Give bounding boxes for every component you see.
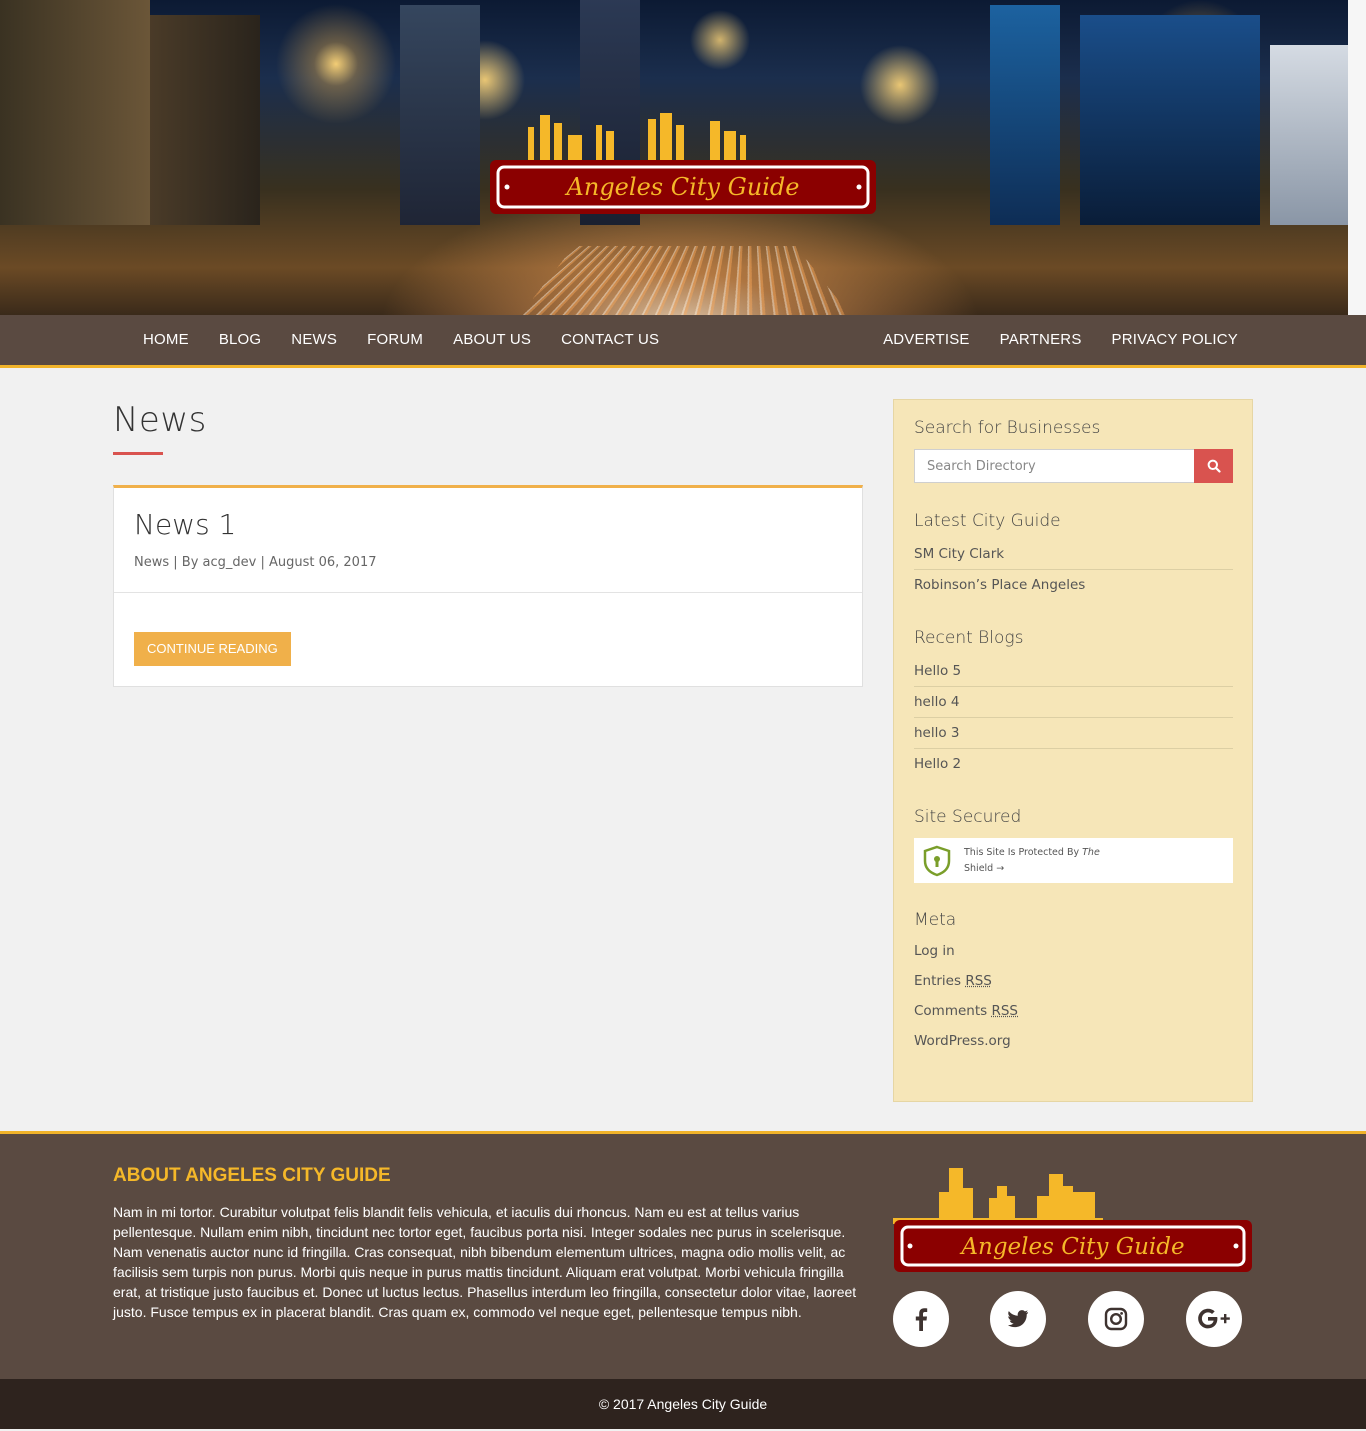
post-title[interactable]: News 1 (134, 508, 842, 541)
latest-city-guide-list: SM City Clark Robinson’s Place Angeles (914, 539, 1233, 601)
meta-list: Log in Entries RSS Comments RSS WordPres… (914, 936, 1233, 1056)
site-secured-title: Site Secured (914, 807, 1022, 827)
post-header: News 1 News | By acg_dev | August 06, 20… (114, 488, 862, 593)
list-item[interactable]: hello 4 (914, 687, 1233, 718)
site-logo[interactable]: Angeles City Guide (488, 105, 878, 217)
entries-rss-abbr: RSS (965, 973, 992, 989)
shield-icon (923, 845, 951, 876)
search-widget-title: Search for Businesses (914, 418, 1101, 438)
entries-label: Entries (914, 973, 966, 989)
twitter-link[interactable] (990, 1291, 1046, 1347)
nav-forum[interactable]: FORUM (352, 315, 438, 365)
recent-blogs-list: Hello 5 hello 4 hello 3 Hello 2 (914, 656, 1233, 780)
footer-logo[interactable]: Angeles City Guide (893, 1162, 1253, 1274)
meta-title: Meta (914, 910, 957, 930)
comments-rss-abbr: RSS (991, 1003, 1018, 1019)
hero-building (150, 15, 260, 225)
nav-right: ADVERTISE PARTNERS PRIVACY POLICY (868, 315, 1253, 365)
nav-partners[interactable]: PARTNERS (985, 315, 1097, 365)
footer-about-text: Nam in mi tortor. Curabitur volutpat fel… (113, 1204, 857, 1320)
hero-banner: Angeles City Guide (0, 0, 1366, 315)
list-item[interactable]: Hello 2 (914, 749, 1233, 780)
shield-line1: This Site Is Protected By (964, 846, 1080, 858)
google-plus-icon (1198, 1308, 1230, 1329)
facebook-link[interactable] (893, 1291, 949, 1347)
nav-privacy-policy[interactable]: PRIVACY POLICY (1097, 315, 1253, 365)
post-card: News 1 News | By acg_dev | August 06, 20… (113, 485, 863, 687)
facebook-icon (915, 1308, 928, 1331)
hero-building (0, 0, 150, 225)
shield-line1-italic: The (1082, 846, 1100, 858)
main-content: News News 1 News | By acg_dev | August 0… (0, 368, 1366, 1131)
meta-comments-rss[interactable]: Comments RSS (914, 996, 1233, 1026)
logo-text: Angeles City Guide (565, 173, 800, 201)
nav-home[interactable]: HOME (128, 315, 204, 365)
instagram-link[interactable] (1088, 1291, 1144, 1347)
nav-blog[interactable]: BLOG (204, 315, 276, 365)
main-nav: HOME BLOG NEWS FORUM ABOUT US CONTACT US… (0, 315, 1366, 368)
nav-about-us[interactable]: ABOUT US (438, 315, 546, 365)
footer-logo-text: Angeles City Guide (959, 1234, 1184, 1260)
list-item[interactable]: Hello 5 (914, 656, 1233, 687)
google-plus-link[interactable] (1186, 1291, 1242, 1347)
sidebar: Search for Businesses Latest City Guide … (893, 399, 1253, 1102)
post-meta: News | By acg_dev | August 06, 2017 (134, 555, 377, 570)
copyright-bar: © 2017 Angeles City Guide (0, 1379, 1366, 1429)
meta-entries-rss[interactable]: Entries RSS (914, 966, 1233, 996)
hero-light-trails (520, 245, 850, 315)
latest-city-guide-title: Latest City Guide (914, 511, 1061, 531)
search-icon (1207, 459, 1221, 473)
list-item[interactable]: SM City Clark (914, 539, 1233, 570)
title-underline (113, 452, 163, 455)
search-button[interactable] (1194, 449, 1233, 483)
page-title: News (113, 400, 207, 440)
hero-building (990, 5, 1060, 225)
continue-reading-button[interactable]: CONTINUE READING (134, 632, 291, 666)
list-item[interactable]: hello 3 (914, 718, 1233, 749)
hero-building (1270, 45, 1350, 225)
nav-left: HOME BLOG NEWS FORUM ABOUT US CONTACT US (128, 315, 674, 365)
twitter-icon (1007, 1310, 1029, 1328)
hero-building (400, 5, 480, 225)
meta-log-in[interactable]: Log in (914, 936, 1233, 966)
meta-wordpress-org[interactable]: WordPress.org (914, 1026, 1233, 1056)
recent-blogs-title: Recent Blogs (914, 628, 1024, 648)
search-input[interactable] (914, 449, 1194, 483)
hero-building (1080, 15, 1260, 225)
copyright-text: © 2017 Angeles City Guide (598, 1396, 768, 1412)
shield-text: This Site Is Protected By The Shield → (964, 845, 1100, 877)
instagram-icon (1104, 1307, 1128, 1331)
list-item[interactable]: Robinson’s Place Angeles (914, 570, 1233, 601)
footer: ABOUT ANGELES CITY GUIDE Nam in mi torto… (0, 1131, 1366, 1379)
nav-contact-us[interactable]: CONTACT US (546, 315, 674, 365)
nav-news[interactable]: NEWS (276, 315, 352, 365)
comments-label: Comments (914, 1003, 992, 1019)
search-form (914, 449, 1233, 483)
shield-line2: Shield → (964, 862, 1005, 874)
hero-edge (1348, 0, 1366, 315)
nav-advertise[interactable]: ADVERTISE (868, 315, 985, 365)
shield-badge[interactable]: This Site Is Protected By The Shield → (914, 838, 1233, 883)
footer-about-heading: ABOUT ANGELES CITY GUIDE (113, 1165, 391, 1186)
